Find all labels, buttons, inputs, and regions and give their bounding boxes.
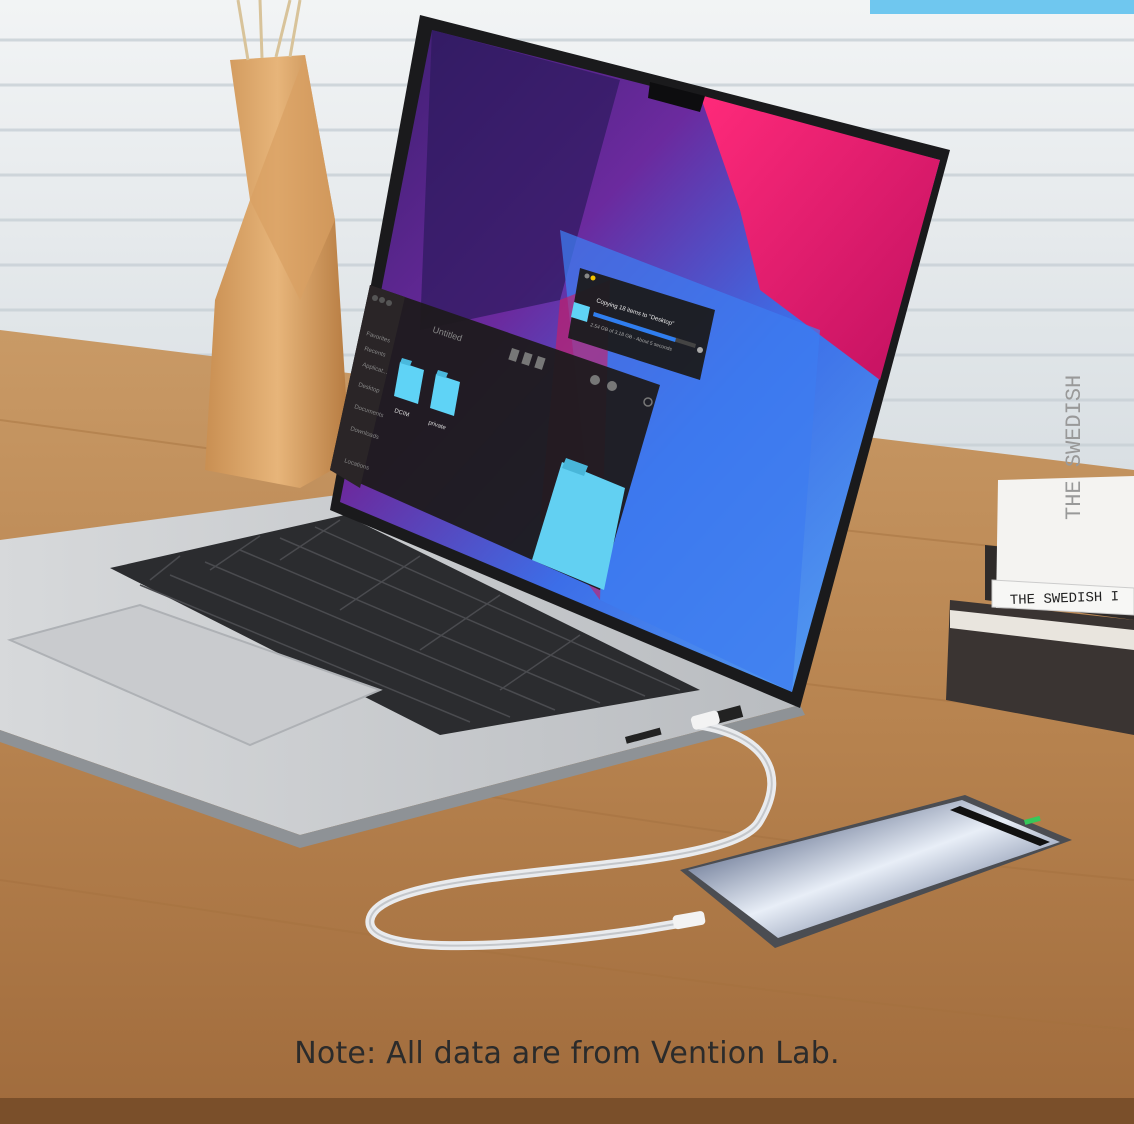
share-icon[interactable] bbox=[590, 375, 600, 385]
scene: THE SWEDISH I THE SWEDISH Untitled Favor… bbox=[0, 0, 1134, 1124]
tag-icon[interactable] bbox=[607, 381, 617, 391]
book-cover-text: THE SWEDISH bbox=[1062, 375, 1087, 520]
cancel-copy-icon[interactable] bbox=[697, 347, 703, 353]
footnote: Note: All data are from Vention Lab. bbox=[294, 1036, 840, 1071]
window-minimize-button[interactable] bbox=[379, 297, 385, 303]
window-close-button[interactable] bbox=[372, 295, 378, 301]
window-zoom-button[interactable] bbox=[386, 300, 392, 306]
